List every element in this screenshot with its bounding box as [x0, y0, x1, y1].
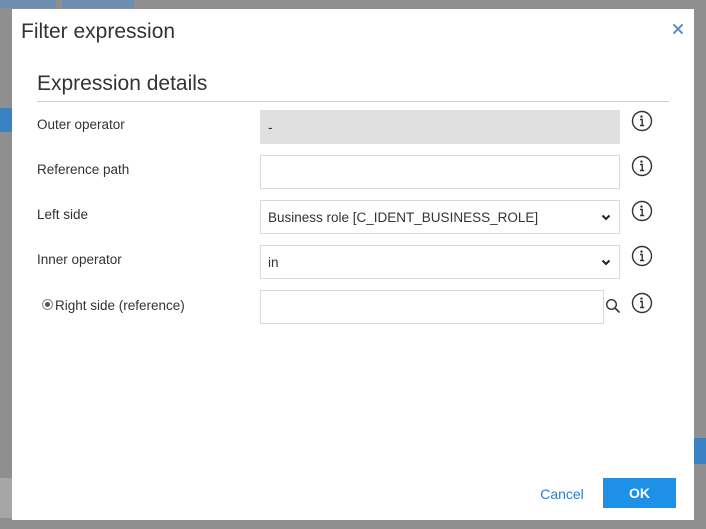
left-side-label: Left side	[37, 207, 89, 222]
outer-operator-label: Outer operator	[37, 117, 125, 132]
info-icon[interactable]	[631, 110, 653, 132]
section-divider	[37, 101, 669, 102]
left-side-value: Business role [C_IDENT_BUSINESS_ROLE]	[268, 209, 539, 225]
dialog-title: Filter expression	[21, 20, 176, 43]
right-side-input[interactable]	[260, 290, 604, 324]
filter-expression-dialog: Filter expression Expression details Out…	[12, 9, 694, 520]
section-title: Expression details	[37, 72, 208, 95]
info-icon[interactable]	[631, 200, 653, 222]
info-icon[interactable]	[631, 245, 653, 267]
ok-button[interactable]: OK	[603, 478, 676, 508]
chevron-down-icon	[601, 214, 611, 221]
background-strip	[694, 438, 706, 464]
chevron-down-icon	[601, 259, 611, 266]
cancel-button[interactable]: Cancel	[532, 479, 592, 509]
background-strip	[0, 478, 12, 518]
info-icon[interactable]	[631, 155, 653, 177]
outer-operator-value: -	[268, 119, 273, 135]
search-icon[interactable]	[605, 298, 621, 314]
background-tab	[62, 0, 134, 8]
radio-selected-dot	[45, 302, 50, 307]
inner-operator-label: Inner operator	[37, 252, 122, 267]
inner-operator-value: in	[268, 254, 279, 270]
reference-path-input[interactable]	[260, 155, 620, 189]
right-side-label: Right side (reference)	[55, 298, 185, 313]
outer-operator-field: -	[260, 110, 620, 144]
right-side-radio[interactable]	[42, 299, 53, 310]
background-strip	[0, 108, 12, 132]
background-tab	[0, 0, 56, 8]
inner-operator-select[interactable]: in	[260, 245, 620, 279]
reference-path-label: Reference path	[37, 162, 130, 177]
close-icon[interactable]	[672, 23, 686, 37]
left-side-select[interactable]: Business role [C_IDENT_BUSINESS_ROLE]	[260, 200, 620, 234]
info-icon[interactable]	[631, 292, 653, 314]
